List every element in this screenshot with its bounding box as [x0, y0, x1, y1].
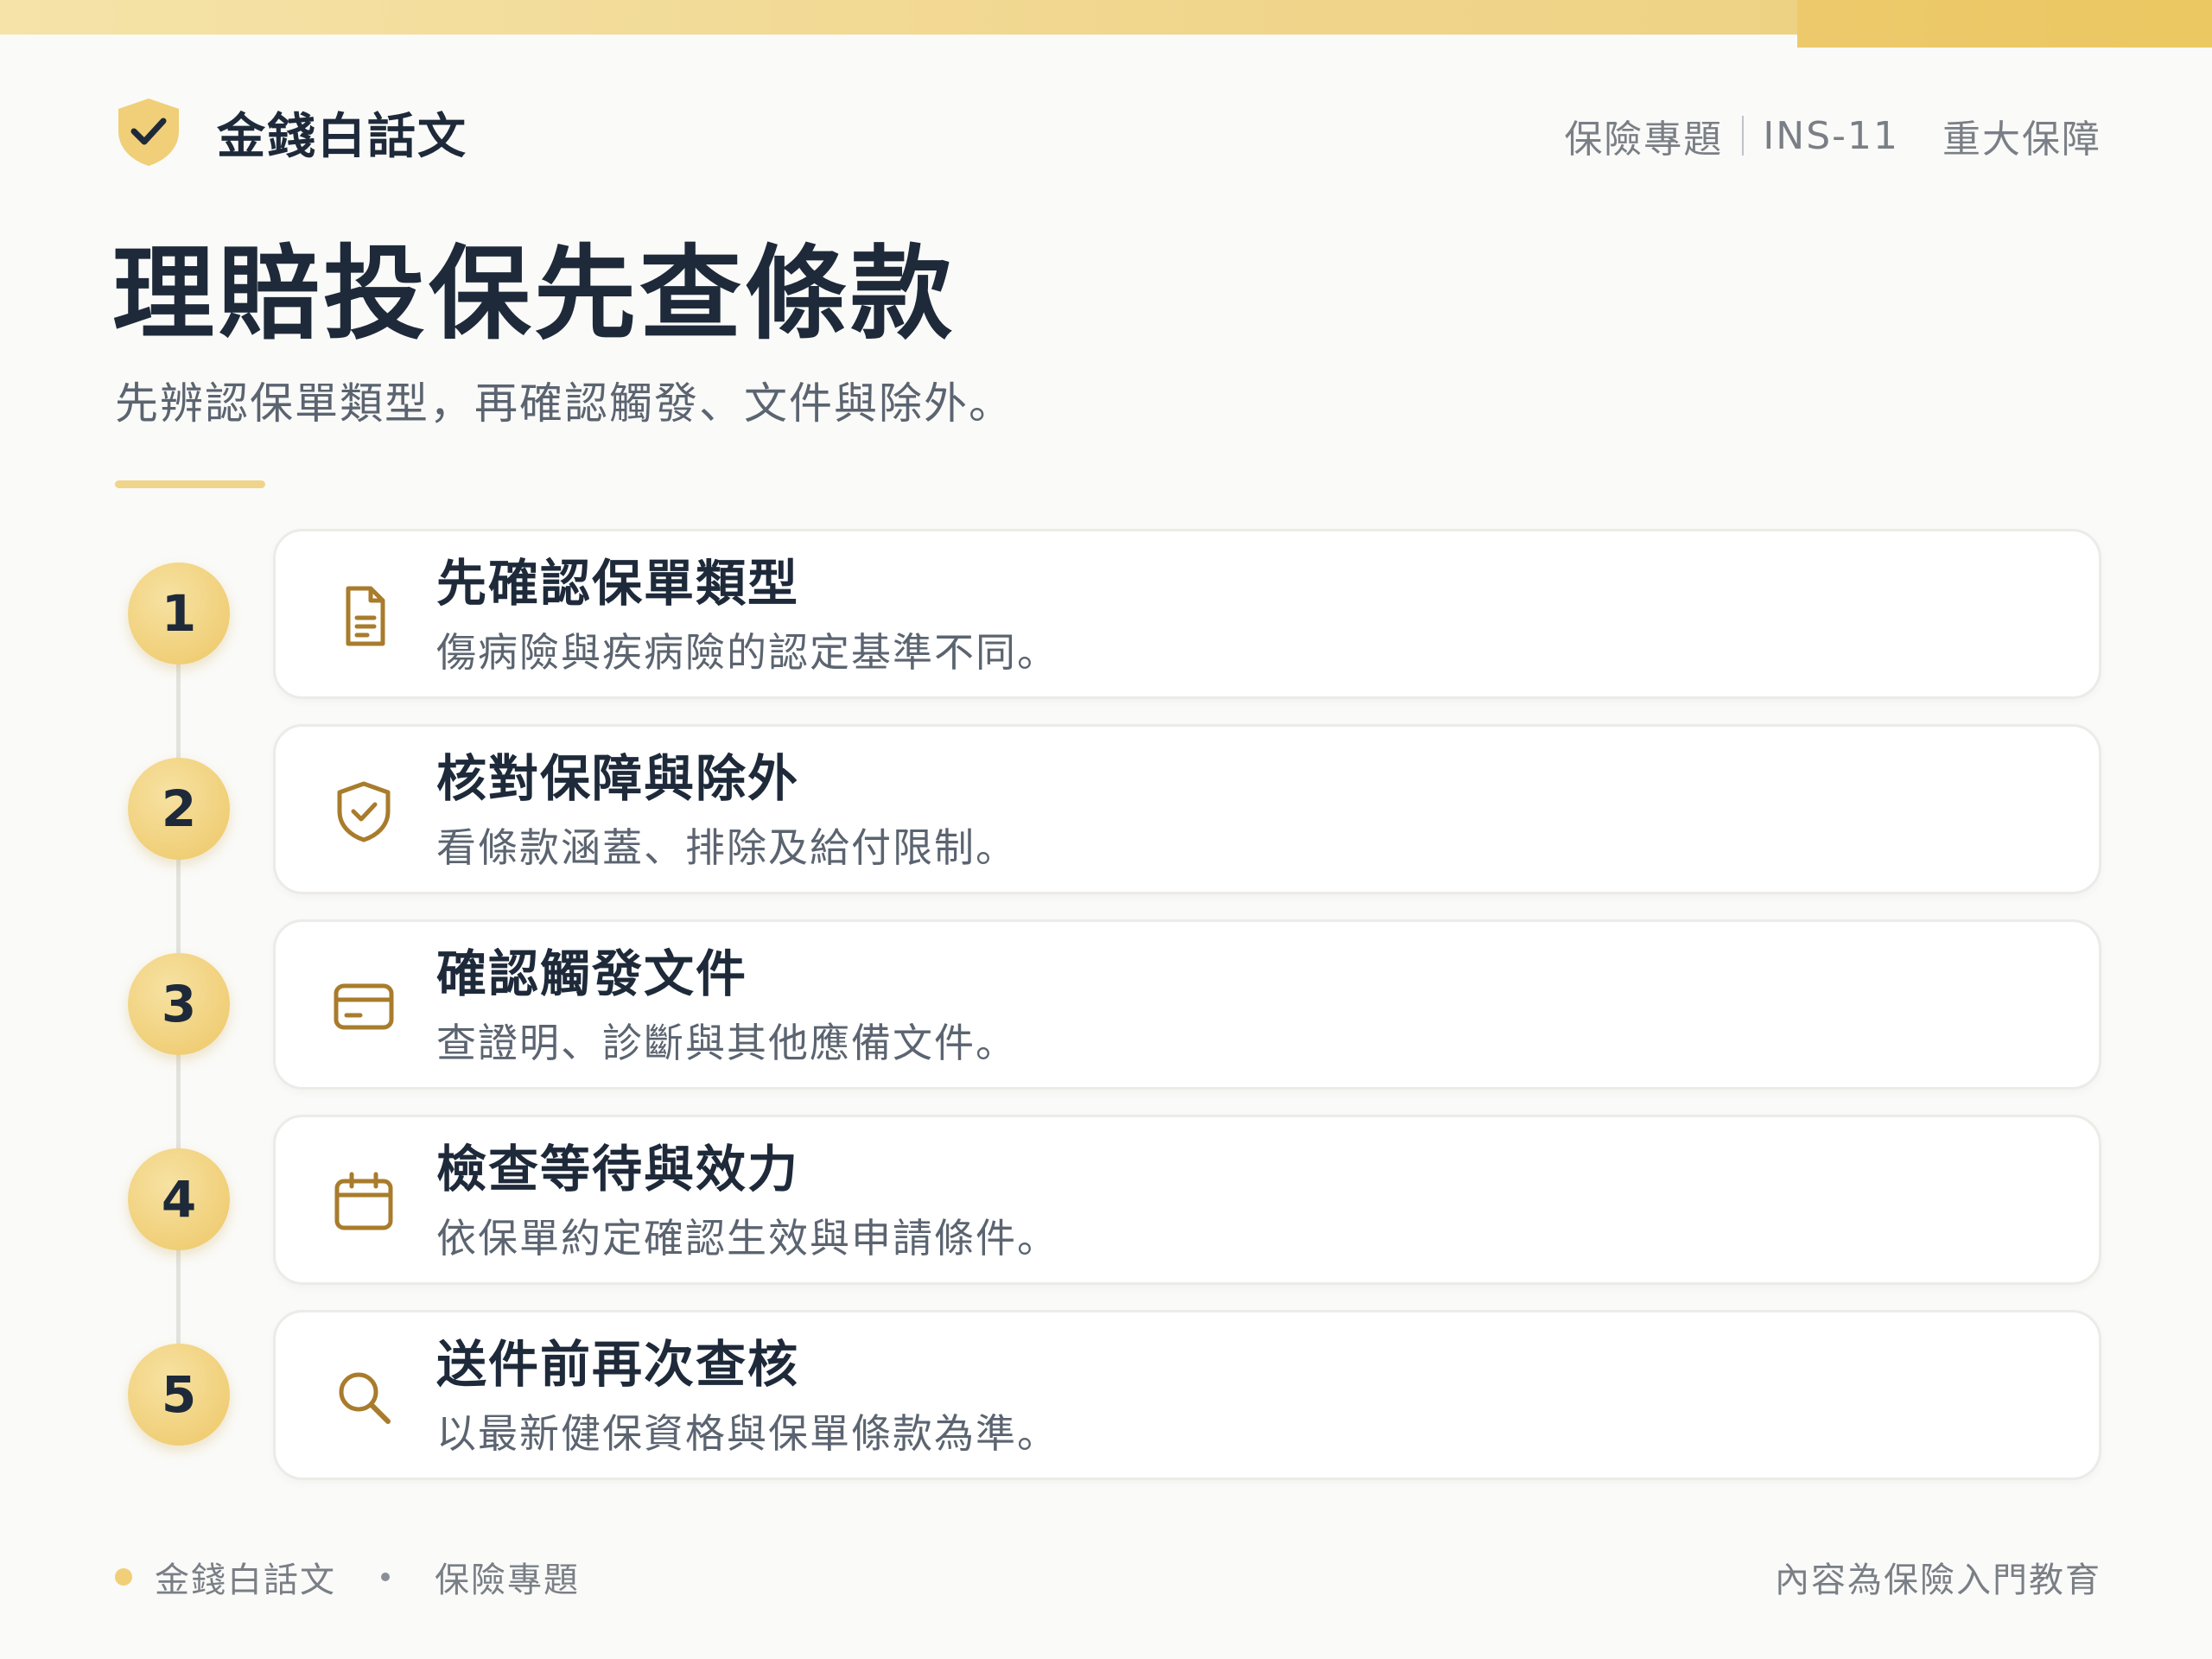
step-badge-3: 3: [128, 953, 230, 1055]
step-badge-4: 4: [128, 1148, 230, 1250]
shield-check-icon: [337, 781, 391, 842]
step-badge-2: 2: [128, 758, 230, 860]
step-title: 先確認保單類型: [436, 554, 800, 613]
step-desc: 以最新健保資格與保單條款為準。: [436, 1410, 1058, 1457]
meta-code: INS-11: [1763, 113, 1899, 158]
meta-separator: [1742, 116, 1745, 156]
search-icon: [339, 1372, 391, 1424]
slide: 金錢白話文 保險專題 INS-11 重大保障 理賠投保先查條款 先辨認保單類型，…: [0, 0, 2212, 1659]
calendar-icon: [334, 1172, 393, 1230]
title-underline: [115, 480, 265, 488]
step-desc: 依保單約定確認生效與申請條件。: [436, 1215, 1058, 1262]
step-card-2: 核對保障與除外 看條款涵蓋、排除及給付限制。: [273, 724, 2101, 894]
footer-brand: 金錢白話文: [155, 1560, 336, 1600]
meta-tag: 重大保障: [1942, 118, 2101, 162]
step-badge-1: 1: [128, 563, 230, 664]
footer-note: 內容為保險入門教育: [1775, 1560, 2101, 1600]
step-title: 核對保障與除外: [436, 749, 800, 808]
footer-category: 保險專題: [435, 1560, 580, 1600]
brand-name: 金錢白話文: [217, 108, 467, 165]
document-icon: [346, 586, 385, 646]
topic-meta: 保險專題 INS-11 重大保障: [1564, 105, 2101, 166]
top-accent-tab: [1797, 0, 2212, 48]
step-card-1: 先確認保單類型 傷病險與疾病險的認定基準不同。: [273, 529, 2101, 699]
brand-header: 金錢白話文: [115, 93, 467, 171]
card-icon: [334, 983, 394, 1030]
footer-separator-dot: [381, 1573, 390, 1581]
step-desc: 查證明、診斷與其他應備文件。: [436, 1020, 1017, 1066]
step-card-3: 確認觸發文件 查證明、診斷與其他應備文件。: [273, 919, 2101, 1090]
footer-accent-dot: [115, 1568, 132, 1586]
step-card-5: 送件前再次查核 以最新健保資格與保單條款為準。: [273, 1310, 2101, 1480]
step-desc: 傷病險與疾病險的認定基準不同。: [436, 629, 1058, 676]
step-title: 確認觸發文件: [436, 944, 748, 1003]
shield-check-icon: [118, 99, 179, 166]
step-title: 送件前再次查核: [436, 1335, 800, 1394]
page-title: 理賠投保先查條款: [112, 234, 957, 353]
page-subtitle: 先辨認保單類型，再確認觸發、文件與除外。: [115, 378, 1014, 429]
step-title: 檢查等待與效力: [436, 1140, 800, 1198]
meta-category: 保險專題: [1564, 118, 1724, 162]
step-badge-5: 5: [128, 1344, 230, 1446]
step-desc: 看條款涵蓋、排除及給付限制。: [436, 824, 1017, 871]
step-card-4: 檢查等待與效力 依保單約定確認生效與申請條件。: [273, 1115, 2101, 1285]
footer-left: 金錢白話文 保險專題: [115, 1547, 580, 1607]
